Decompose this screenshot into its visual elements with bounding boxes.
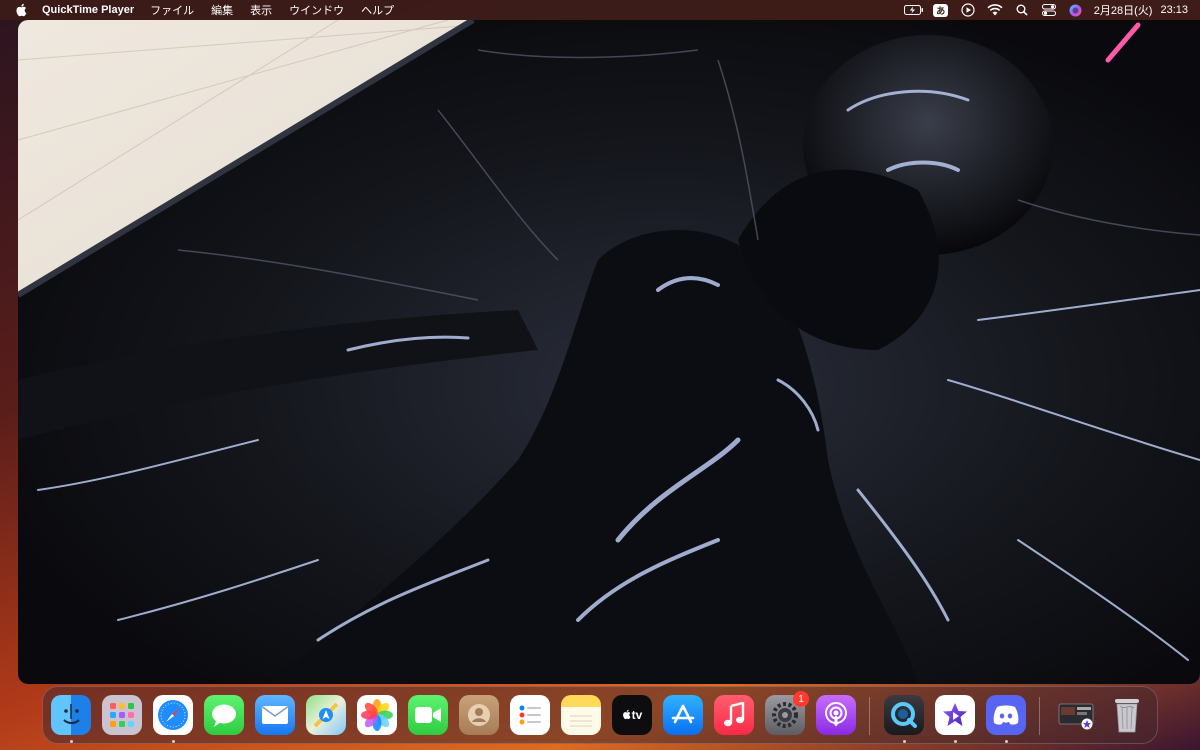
reminders-icon[interactable] — [510, 695, 550, 735]
discord-icon[interactable] — [986, 695, 1026, 735]
control-center-icon[interactable] — [1039, 3, 1059, 17]
wifi-icon[interactable] — [985, 3, 1005, 17]
contacts-icon[interactable] — [459, 695, 499, 735]
tv-icon[interactable]: tv — [612, 695, 652, 735]
apple-menu-icon[interactable] — [14, 3, 28, 17]
photos-icon[interactable] — [357, 695, 397, 735]
siri-icon[interactable] — [1066, 3, 1086, 17]
menu-help[interactable]: ヘルプ — [361, 2, 394, 18]
input-method-icon[interactable]: あ — [931, 3, 951, 17]
menu-file[interactable]: ファイル — [150, 2, 194, 18]
messages-icon[interactable] — [204, 695, 244, 735]
music-icon[interactable] — [714, 695, 754, 735]
menu-bar: QuickTime Player ファイル 編集 表示 ウインドウ ヘルプ あ … — [0, 0, 1200, 20]
dock-separator — [1039, 697, 1040, 735]
video-frame — [18, 20, 1200, 684]
imovie-icon[interactable] — [935, 695, 975, 735]
safari-icon[interactable] — [153, 695, 193, 735]
running-indicator — [70, 740, 73, 743]
system-settings-icon[interactable]: 1 — [765, 691, 809, 735]
notification-badge: 1 — [793, 691, 809, 707]
menubar-date[interactable]: 2月28日(火) — [1094, 2, 1153, 18]
running-indicator — [954, 740, 957, 743]
spotlight-search-icon[interactable] — [1012, 3, 1032, 17]
dock: tv 1 — [42, 686, 1158, 744]
launchpad-icon[interactable] — [102, 695, 142, 735]
running-indicator — [1005, 740, 1008, 743]
mail-icon[interactable] — [255, 695, 295, 735]
battery-icon[interactable] — [903, 3, 924, 17]
app-name-menu[interactable]: QuickTime Player — [42, 4, 134, 16]
app-store-icon[interactable] — [663, 695, 703, 735]
finder-icon[interactable] — [51, 695, 91, 735]
trash-icon[interactable] — [1107, 695, 1147, 735]
running-indicator — [903, 740, 906, 743]
downloads-stack-icon[interactable] — [1056, 695, 1096, 735]
facetime-icon[interactable] — [408, 695, 448, 735]
notes-icon[interactable] — [561, 695, 601, 735]
input-method-label: あ — [933, 3, 949, 17]
podcasts-icon[interactable] — [816, 695, 856, 735]
dock-separator — [869, 697, 870, 735]
running-indicator — [172, 740, 175, 743]
menu-view[interactable]: 表示 — [250, 2, 272, 18]
maps-icon[interactable] — [306, 695, 346, 735]
menubar-time[interactable]: 23:13 — [1160, 4, 1188, 16]
menu-window[interactable]: ウインドウ — [289, 2, 344, 18]
apple-logo-icon — [622, 708, 631, 723]
now-playing-icon[interactable] — [958, 3, 978, 17]
quicktime-icon[interactable] — [884, 695, 924, 735]
quicktime-player-window[interactable] — [18, 20, 1200, 684]
tv-label: tv — [631, 708, 643, 722]
menu-edit[interactable]: 編集 — [211, 2, 233, 18]
